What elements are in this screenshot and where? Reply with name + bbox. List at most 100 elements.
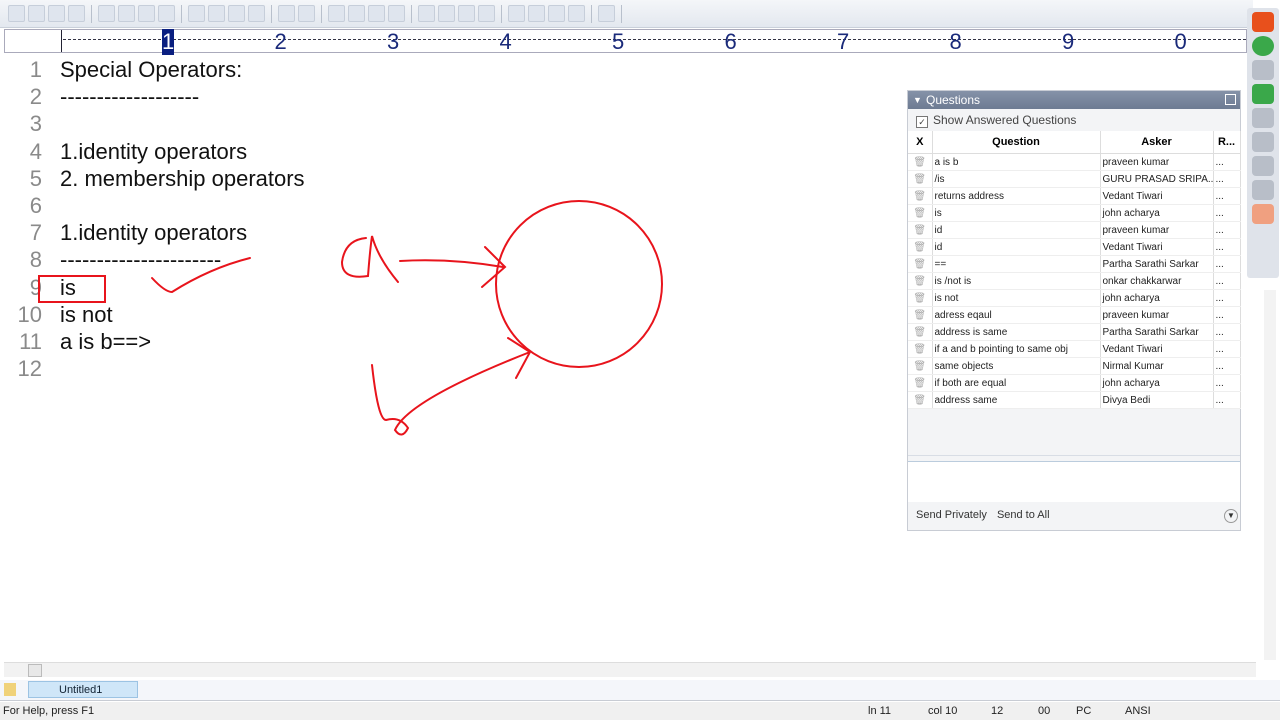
question-row[interactable]: 🗑 a is b praveen kumar... bbox=[908, 153, 1241, 171]
send-to-all-button[interactable]: Send to All bbox=[997, 509, 1050, 521]
delete-icon[interactable]: 🗑 bbox=[908, 289, 933, 307]
toolbar-button[interactable] bbox=[418, 5, 435, 22]
toolbar-button[interactable] bbox=[98, 5, 115, 22]
horizontal-scrollbar[interactable] bbox=[4, 662, 1256, 677]
toolbar-button[interactable] bbox=[158, 5, 175, 22]
more-button[interactable]: ... bbox=[1213, 238, 1241, 256]
more-button[interactable]: ... bbox=[1213, 340, 1241, 358]
delete-icon[interactable]: 🗑 bbox=[908, 170, 933, 188]
delete-icon[interactable]: 🗑 bbox=[908, 272, 933, 290]
toolbar-button[interactable] bbox=[188, 5, 205, 22]
mouse-icon[interactable] bbox=[1252, 132, 1274, 152]
question-row[interactable]: 🗑/is GURU PRASAD SRIPA...... bbox=[908, 170, 1241, 188]
vertical-scrollbar[interactable] bbox=[1264, 290, 1276, 660]
delete-icon[interactable]: 🗑 bbox=[908, 221, 933, 239]
delete-icon[interactable]: 🗑 bbox=[908, 238, 933, 256]
delete-icon[interactable]: 🗑 bbox=[908, 204, 933, 222]
screen-share-icon[interactable] bbox=[1252, 84, 1274, 104]
question-row[interactable]: 🗑 id praveen kumar... bbox=[908, 221, 1241, 239]
toolbar-button[interactable] bbox=[328, 5, 345, 22]
more-button[interactable]: ... bbox=[1213, 391, 1241, 409]
toolbar-button[interactable] bbox=[138, 5, 155, 22]
toolbar-button[interactable] bbox=[478, 5, 495, 22]
toolbar-button[interactable] bbox=[208, 5, 225, 22]
question-row[interactable]: 🗑 is not john acharya... bbox=[908, 289, 1241, 307]
question-row[interactable]: 🗑 is /not is onkar chakkarwar... bbox=[908, 272, 1241, 290]
chat-icon[interactable] bbox=[1252, 156, 1274, 176]
show-answered-checkbox[interactable]: ✓ Show Answered Questions bbox=[908, 109, 1240, 131]
checkbox-icon[interactable]: ✓ bbox=[916, 116, 928, 128]
send-privately-button[interactable]: Send Privately bbox=[916, 509, 987, 521]
tab-untitled1[interactable]: Untitled1 bbox=[28, 681, 138, 698]
more-button[interactable]: ... bbox=[1213, 204, 1241, 222]
arrow-icon[interactable] bbox=[1252, 12, 1274, 32]
question-row[interactable]: 🗑 returns address Vedant Tiwari... bbox=[908, 187, 1241, 205]
delete-icon[interactable]: 🗑 bbox=[908, 187, 933, 205]
more-button[interactable]: ... bbox=[1213, 323, 1241, 341]
pen-icon[interactable] bbox=[1252, 180, 1274, 200]
col-question[interactable]: Question bbox=[932, 131, 1101, 154]
toolbar-button[interactable] bbox=[68, 5, 85, 22]
camera-icon[interactable] bbox=[1252, 60, 1274, 80]
question-input[interactable] bbox=[908, 461, 1240, 502]
pause-icon[interactable] bbox=[1252, 108, 1274, 128]
question-row[interactable]: 🗑 address is same Partha Sarathi Sarkar... bbox=[908, 323, 1241, 341]
toolbar-button[interactable] bbox=[368, 5, 385, 22]
folder-icon[interactable] bbox=[4, 683, 16, 696]
question-row[interactable]: 🗑 == Partha Sarathi Sarkar... bbox=[908, 255, 1241, 273]
toolbar-button[interactable] bbox=[278, 5, 295, 22]
toolbar-button[interactable] bbox=[438, 5, 455, 22]
more-button[interactable]: ... bbox=[1213, 153, 1241, 171]
delete-icon[interactable]: 🗑 bbox=[908, 323, 933, 341]
col-r[interactable]: R... bbox=[1213, 131, 1241, 154]
question-row[interactable]: 🗑 is john acharya... bbox=[908, 204, 1241, 222]
more-button[interactable]: ... bbox=[1213, 221, 1241, 239]
toolbar-button[interactable] bbox=[528, 5, 545, 22]
more-button[interactable]: ... bbox=[1213, 374, 1241, 392]
delete-icon[interactable]: 🗑 bbox=[908, 306, 933, 324]
hand-icon[interactable] bbox=[1252, 204, 1274, 224]
more-button[interactable]: ... bbox=[1213, 289, 1241, 307]
toolbar-button[interactable] bbox=[28, 5, 45, 22]
toolbar-button[interactable] bbox=[348, 5, 365, 22]
toolbar-button[interactable] bbox=[568, 5, 585, 22]
toolbar-button[interactable] bbox=[598, 5, 615, 22]
toolbar-button[interactable] bbox=[458, 5, 475, 22]
toolbar-button[interactable] bbox=[48, 5, 65, 22]
ruler-mark: 8 bbox=[949, 29, 962, 54]
popout-icon[interactable] bbox=[1225, 94, 1236, 105]
question-text: is not bbox=[932, 289, 1101, 307]
toolbar-button[interactable] bbox=[298, 5, 315, 22]
toolbar-button[interactable] bbox=[388, 5, 405, 22]
collapse-icon[interactable]: ▼ bbox=[913, 91, 922, 109]
question-row[interactable]: 🗑 adress eqaul praveen kumar... bbox=[908, 306, 1241, 324]
options-dropdown-icon[interactable]: ▼ bbox=[1224, 509, 1238, 523]
delete-icon[interactable]: 🗑 bbox=[908, 255, 933, 273]
question-row[interactable]: 🗑 if both are equal john acharya... bbox=[908, 374, 1241, 392]
more-button[interactable]: ... bbox=[1213, 187, 1241, 205]
question-row[interactable]: 🗑 if a and b pointing to same obj Vedant T… bbox=[908, 340, 1241, 358]
delete-icon[interactable]: 🗑 bbox=[908, 391, 933, 409]
toolbar-button[interactable] bbox=[228, 5, 245, 22]
delete-icon[interactable]: 🗑 bbox=[908, 374, 933, 392]
toolbar-button[interactable] bbox=[118, 5, 135, 22]
questions-header[interactable]: ▼ Questions bbox=[908, 91, 1240, 109]
delete-icon[interactable]: 🗑 bbox=[908, 357, 933, 375]
toolbar-button[interactable] bbox=[248, 5, 265, 22]
more-button[interactable]: ... bbox=[1213, 170, 1241, 188]
more-button[interactable]: ... bbox=[1213, 357, 1241, 375]
more-button[interactable]: ... bbox=[1213, 255, 1241, 273]
microphone-icon[interactable] bbox=[1252, 36, 1274, 56]
toolbar-button[interactable] bbox=[548, 5, 565, 22]
more-button[interactable]: ... bbox=[1213, 306, 1241, 324]
question-row[interactable]: 🗑 same objects Nirmal Kumar... bbox=[908, 357, 1241, 375]
question-row[interactable]: 🗑 address same Divya Bedi... bbox=[908, 391, 1241, 409]
toolbar-button[interactable] bbox=[8, 5, 25, 22]
delete-icon[interactable]: 🗑 bbox=[908, 340, 933, 358]
col-asker[interactable]: Asker bbox=[1100, 131, 1214, 154]
more-button[interactable]: ... bbox=[1213, 272, 1241, 290]
delete-icon[interactable]: 🗑 bbox=[908, 153, 933, 171]
toolbar-button[interactable] bbox=[508, 5, 525, 22]
question-row[interactable]: 🗑 id Vedant Tiwari... bbox=[908, 238, 1241, 256]
col-x[interactable]: X bbox=[908, 131, 933, 154]
